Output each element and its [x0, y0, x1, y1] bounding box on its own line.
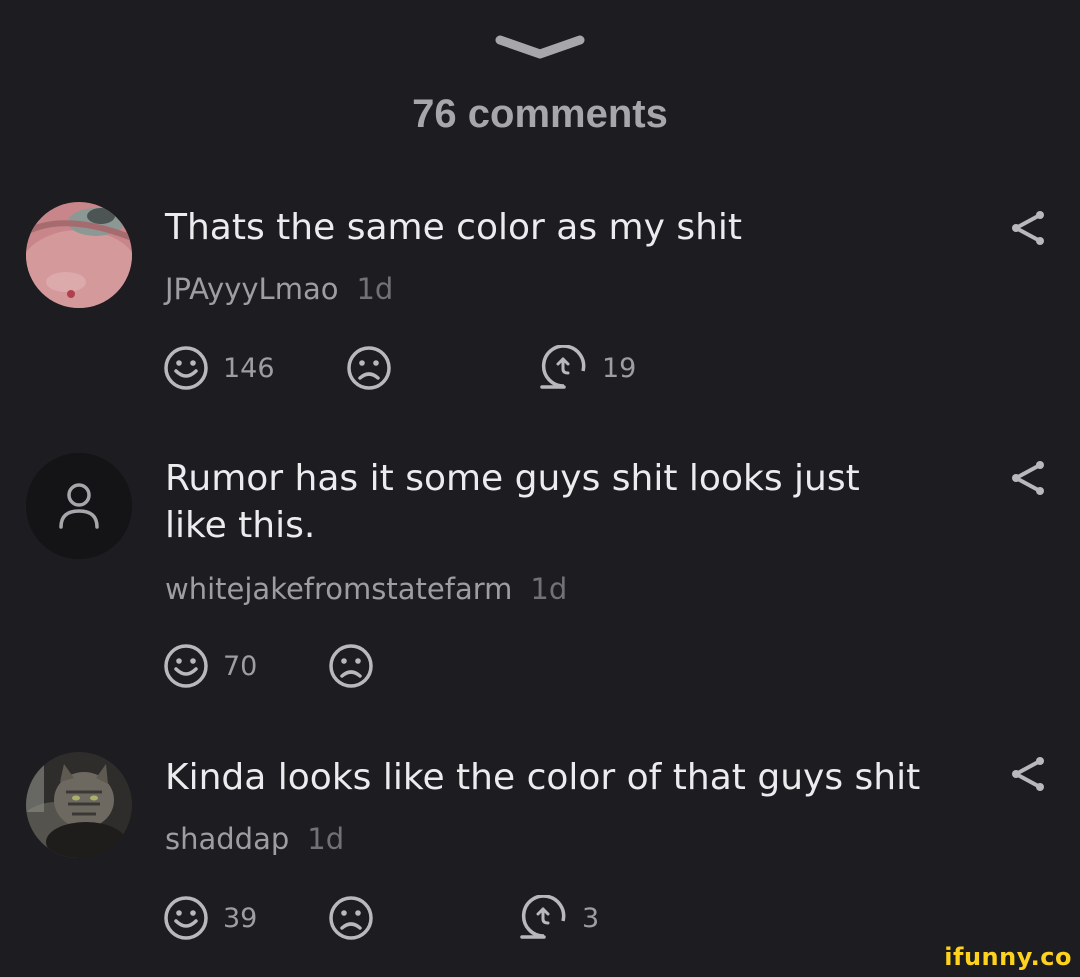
comment-time: 1d: [356, 272, 394, 306]
comments-count-title: 76 comments: [412, 92, 668, 136]
smile-button[interactable]: 146: [163, 345, 275, 391]
share-icon[interactable]: [1010, 460, 1046, 496]
comment-text: Kinda looks like the color of that guys …: [165, 757, 921, 798]
reply-icon: [540, 345, 586, 389]
smile-icon: [164, 346, 208, 390]
unsmile-button[interactable]: [328, 643, 374, 689]
user-placeholder-icon: [26, 453, 132, 559]
comment-author[interactable]: shaddap: [165, 822, 289, 856]
comment-time: 1d: [530, 572, 568, 606]
comment-meta: JPAyyyLmao 1d: [165, 272, 393, 306]
smile-icon: [164, 896, 208, 940]
frown-icon: [329, 896, 373, 940]
unsmile-button[interactable]: [328, 895, 374, 941]
unsmile-button[interactable]: [346, 345, 392, 391]
chevron-down-icon[interactable]: [494, 32, 586, 62]
comment-author[interactable]: whitejakefromstatefarm: [165, 572, 512, 606]
reply-count: 19: [602, 352, 637, 384]
comments-screen: 76 comments Thats the same color as my s…: [0, 0, 1080, 977]
smile-button[interactable]: 70: [163, 643, 257, 689]
watermark-logo: ifunny.co: [944, 943, 1072, 971]
smile-count: 146: [223, 352, 275, 384]
comment-text: Thats the same color as my shit: [165, 207, 743, 248]
reply-button[interactable]: 19: [540, 345, 636, 391]
comment-author[interactable]: JPAyyyLmao: [165, 272, 338, 306]
reply-count: 3: [582, 902, 600, 934]
avatar[interactable]: [26, 752, 132, 858]
reply-icon: [520, 895, 566, 939]
share-icon[interactable]: [1010, 210, 1046, 246]
avatar[interactable]: [26, 202, 132, 308]
comment-time: 1d: [307, 822, 345, 856]
avatar[interactable]: [26, 453, 132, 559]
reply-button[interactable]: 3: [520, 895, 599, 941]
smile-count: 70: [223, 650, 258, 682]
smile-button[interactable]: 39: [163, 895, 257, 941]
frown-icon: [329, 644, 373, 688]
comment-meta: whitejakefromstatefarm 1d: [165, 572, 567, 606]
frown-icon: [347, 346, 391, 390]
smile-count: 39: [223, 902, 258, 934]
smile-icon: [164, 644, 208, 688]
comment-text: Rumor has it some guys shit looks just l…: [165, 458, 860, 546]
comment-meta: shaddap 1d: [165, 822, 344, 856]
share-icon[interactable]: [1010, 756, 1046, 792]
